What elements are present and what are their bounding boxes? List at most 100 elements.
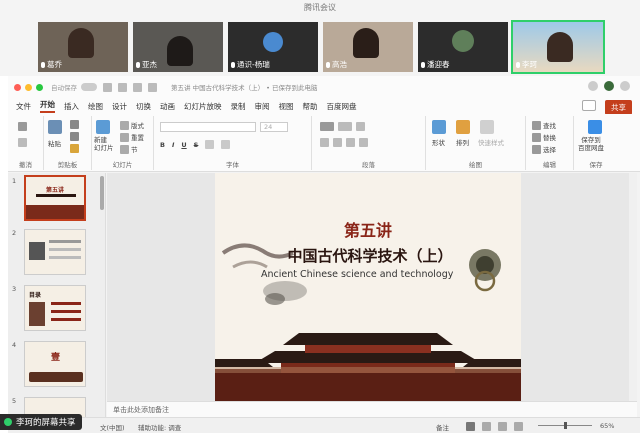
layout-button[interactable]: 版式 — [120, 120, 144, 130]
paste-button[interactable] — [48, 120, 62, 134]
autosave-toggle[interactable] — [81, 83, 97, 91]
slide-thumbnail[interactable]: 壹 — [24, 341, 86, 387]
italic-icon[interactable]: I — [172, 141, 174, 149]
group-label: 撤消 — [19, 161, 32, 169]
undo-icon[interactable] — [133, 82, 142, 92]
section-icon — [120, 144, 129, 154]
align-center-icon[interactable] — [333, 138, 342, 147]
select-button[interactable]: 选择 — [532, 144, 556, 154]
mic-icon — [231, 61, 235, 68]
participant-tile[interactable]: 潘迎春 — [418, 22, 508, 72]
status-bar: 文(中国) 辅助功能: 调查 备注 65% — [8, 417, 640, 433]
section-button[interactable]: 节 — [120, 144, 138, 154]
participant-tile[interactable]: 高浩 — [323, 22, 413, 72]
canvas-scrollbar[interactable] — [629, 173, 637, 401]
slide-thumbnail[interactable] — [24, 229, 86, 275]
sorter-view-icon[interactable] — [482, 422, 491, 431]
thumbnail-scrollbar[interactable] — [100, 176, 104, 210]
participant-tile[interactable]: 通识-杨瑞 — [228, 22, 318, 72]
tab-1[interactable]: 开始 — [40, 99, 55, 113]
zoom-handle[interactable] — [564, 422, 567, 429]
slideshow-icon[interactable] — [514, 422, 523, 431]
save-baidu-button[interactable] — [588, 120, 602, 134]
tab-4[interactable]: 设计 — [112, 101, 127, 112]
avatar[interactable] — [604, 81, 614, 91]
redo-button[interactable] — [18, 138, 27, 147]
maximize-icon[interactable] — [36, 83, 43, 91]
tab-10[interactable]: 视图 — [279, 101, 294, 112]
tab-12[interactable]: 百度网盘 — [327, 101, 357, 112]
slide-thumbnail[interactable]: 第五讲 — [24, 175, 86, 221]
participant-name: 通识-杨瑞 — [237, 60, 270, 69]
slide[interactable]: 第五讲 中国古代科学技术（上） Ancient Chinese science … — [215, 173, 521, 401]
ribbon: 撤消 粘贴 剪贴板 新建 幻灯片 版式 重置 节 幻灯片 24 B I U S — [8, 114, 640, 172]
minimize-icon[interactable] — [25, 83, 32, 91]
bold-icon[interactable]: B — [160, 141, 165, 149]
close-icon[interactable] — [14, 83, 21, 91]
participant-tile[interactable]: 葛乔 — [38, 22, 128, 72]
redo-icon[interactable] — [148, 82, 157, 92]
quick-styles-button[interactable] — [480, 120, 494, 134]
format-painter-button[interactable] — [70, 144, 79, 153]
group-label: 编辑 — [543, 161, 556, 169]
reading-view-icon[interactable] — [498, 422, 507, 431]
tab-6[interactable]: 动画 — [160, 101, 175, 112]
participant-tile[interactable]: 李珂 — [511, 20, 605, 74]
thumb-number: 4 — [12, 341, 17, 349]
cut-button[interactable] — [70, 120, 79, 129]
participant-name: 高浩 — [332, 60, 347, 69]
slide-thumbnail[interactable]: 目录 — [24, 285, 86, 331]
tab-8[interactable]: 录制 — [231, 101, 246, 112]
align-right-icon[interactable] — [346, 138, 355, 147]
strikethrough-icon[interactable]: S — [194, 141, 199, 149]
ribbon-tabs: 文件 开始 插入 绘图 设计 切换 动画 幻灯片放映 录制 审阅 视图 帮助 百度网盘 — [8, 98, 640, 114]
powerpoint-window: 自动保存 第五讲 中国古代科学技术（上） • 已保存到此电脑 文件 开始 插入 绘图设… — [8, 76, 640, 433]
notes-toggle[interactable]: 备注 — [436, 422, 449, 432]
align-left-icon[interactable] — [320, 138, 329, 147]
thumb-text: 壹 — [51, 353, 61, 363]
settings-icon[interactable] — [620, 81, 630, 91]
comment-icon[interactable] — [582, 100, 596, 111]
tab-0[interactable]: 文件 — [16, 101, 31, 112]
reset-button[interactable]: 重置 — [120, 132, 144, 142]
notes-pane[interactable]: 单击此处添加备注 — [107, 401, 637, 417]
font-group: 24 B I U S 字体 — [154, 116, 312, 170]
cloud-icon — [588, 120, 602, 134]
normal-view-icon[interactable] — [466, 422, 475, 431]
new-slide-button[interactable] — [96, 120, 110, 134]
screen-share-badge[interactable]: 李珂的屏幕共享 — [0, 414, 82, 430]
thumb-text: 第五讲 — [45, 187, 64, 194]
justify-icon[interactable] — [359, 138, 368, 147]
tab-7[interactable]: 幻灯片放映 — [184, 101, 222, 112]
drawing-group: 形状 排列 快速样式 绘图 — [426, 116, 526, 170]
slide-title: 第五讲 — [343, 221, 392, 240]
undo-button[interactable] — [18, 122, 27, 131]
numbering-icon[interactable] — [338, 122, 352, 131]
underline-icon[interactable]: U — [181, 141, 186, 149]
save-icon[interactable] — [118, 82, 127, 92]
mic-icon — [136, 61, 140, 68]
arrange-button[interactable] — [456, 120, 470, 134]
participant-name: 葛乔 — [47, 60, 62, 69]
shapes-button[interactable] — [432, 120, 446, 134]
replace-button[interactable]: 替换 — [532, 132, 556, 142]
search-icon[interactable] — [588, 81, 598, 91]
indent-icon[interactable] — [356, 122, 365, 131]
tab-3[interactable]: 绘图 — [88, 101, 103, 112]
tab-9[interactable]: 审阅 — [255, 101, 270, 112]
highlight-icon[interactable] — [221, 140, 231, 149]
copy-button[interactable] — [70, 132, 79, 141]
font-name-combo[interactable] — [160, 122, 256, 132]
home-icon[interactable] — [103, 82, 112, 92]
tab-11[interactable]: 帮助 — [303, 101, 318, 112]
tab-2[interactable]: 插入 — [64, 101, 79, 112]
find-button[interactable]: 查找 — [532, 120, 556, 130]
participant-tile[interactable]: 亚杰 — [133, 22, 223, 72]
tab-5[interactable]: 切换 — [136, 101, 151, 112]
bullets-icon[interactable] — [320, 122, 334, 131]
reset-icon — [120, 132, 129, 142]
share-button[interactable]: 共享 — [605, 100, 632, 115]
font-color-icon[interactable] — [205, 140, 215, 149]
font-size-combo[interactable]: 24 — [260, 122, 288, 132]
accessibility-status[interactable]: 辅助功能: 调查 — [138, 422, 181, 432]
